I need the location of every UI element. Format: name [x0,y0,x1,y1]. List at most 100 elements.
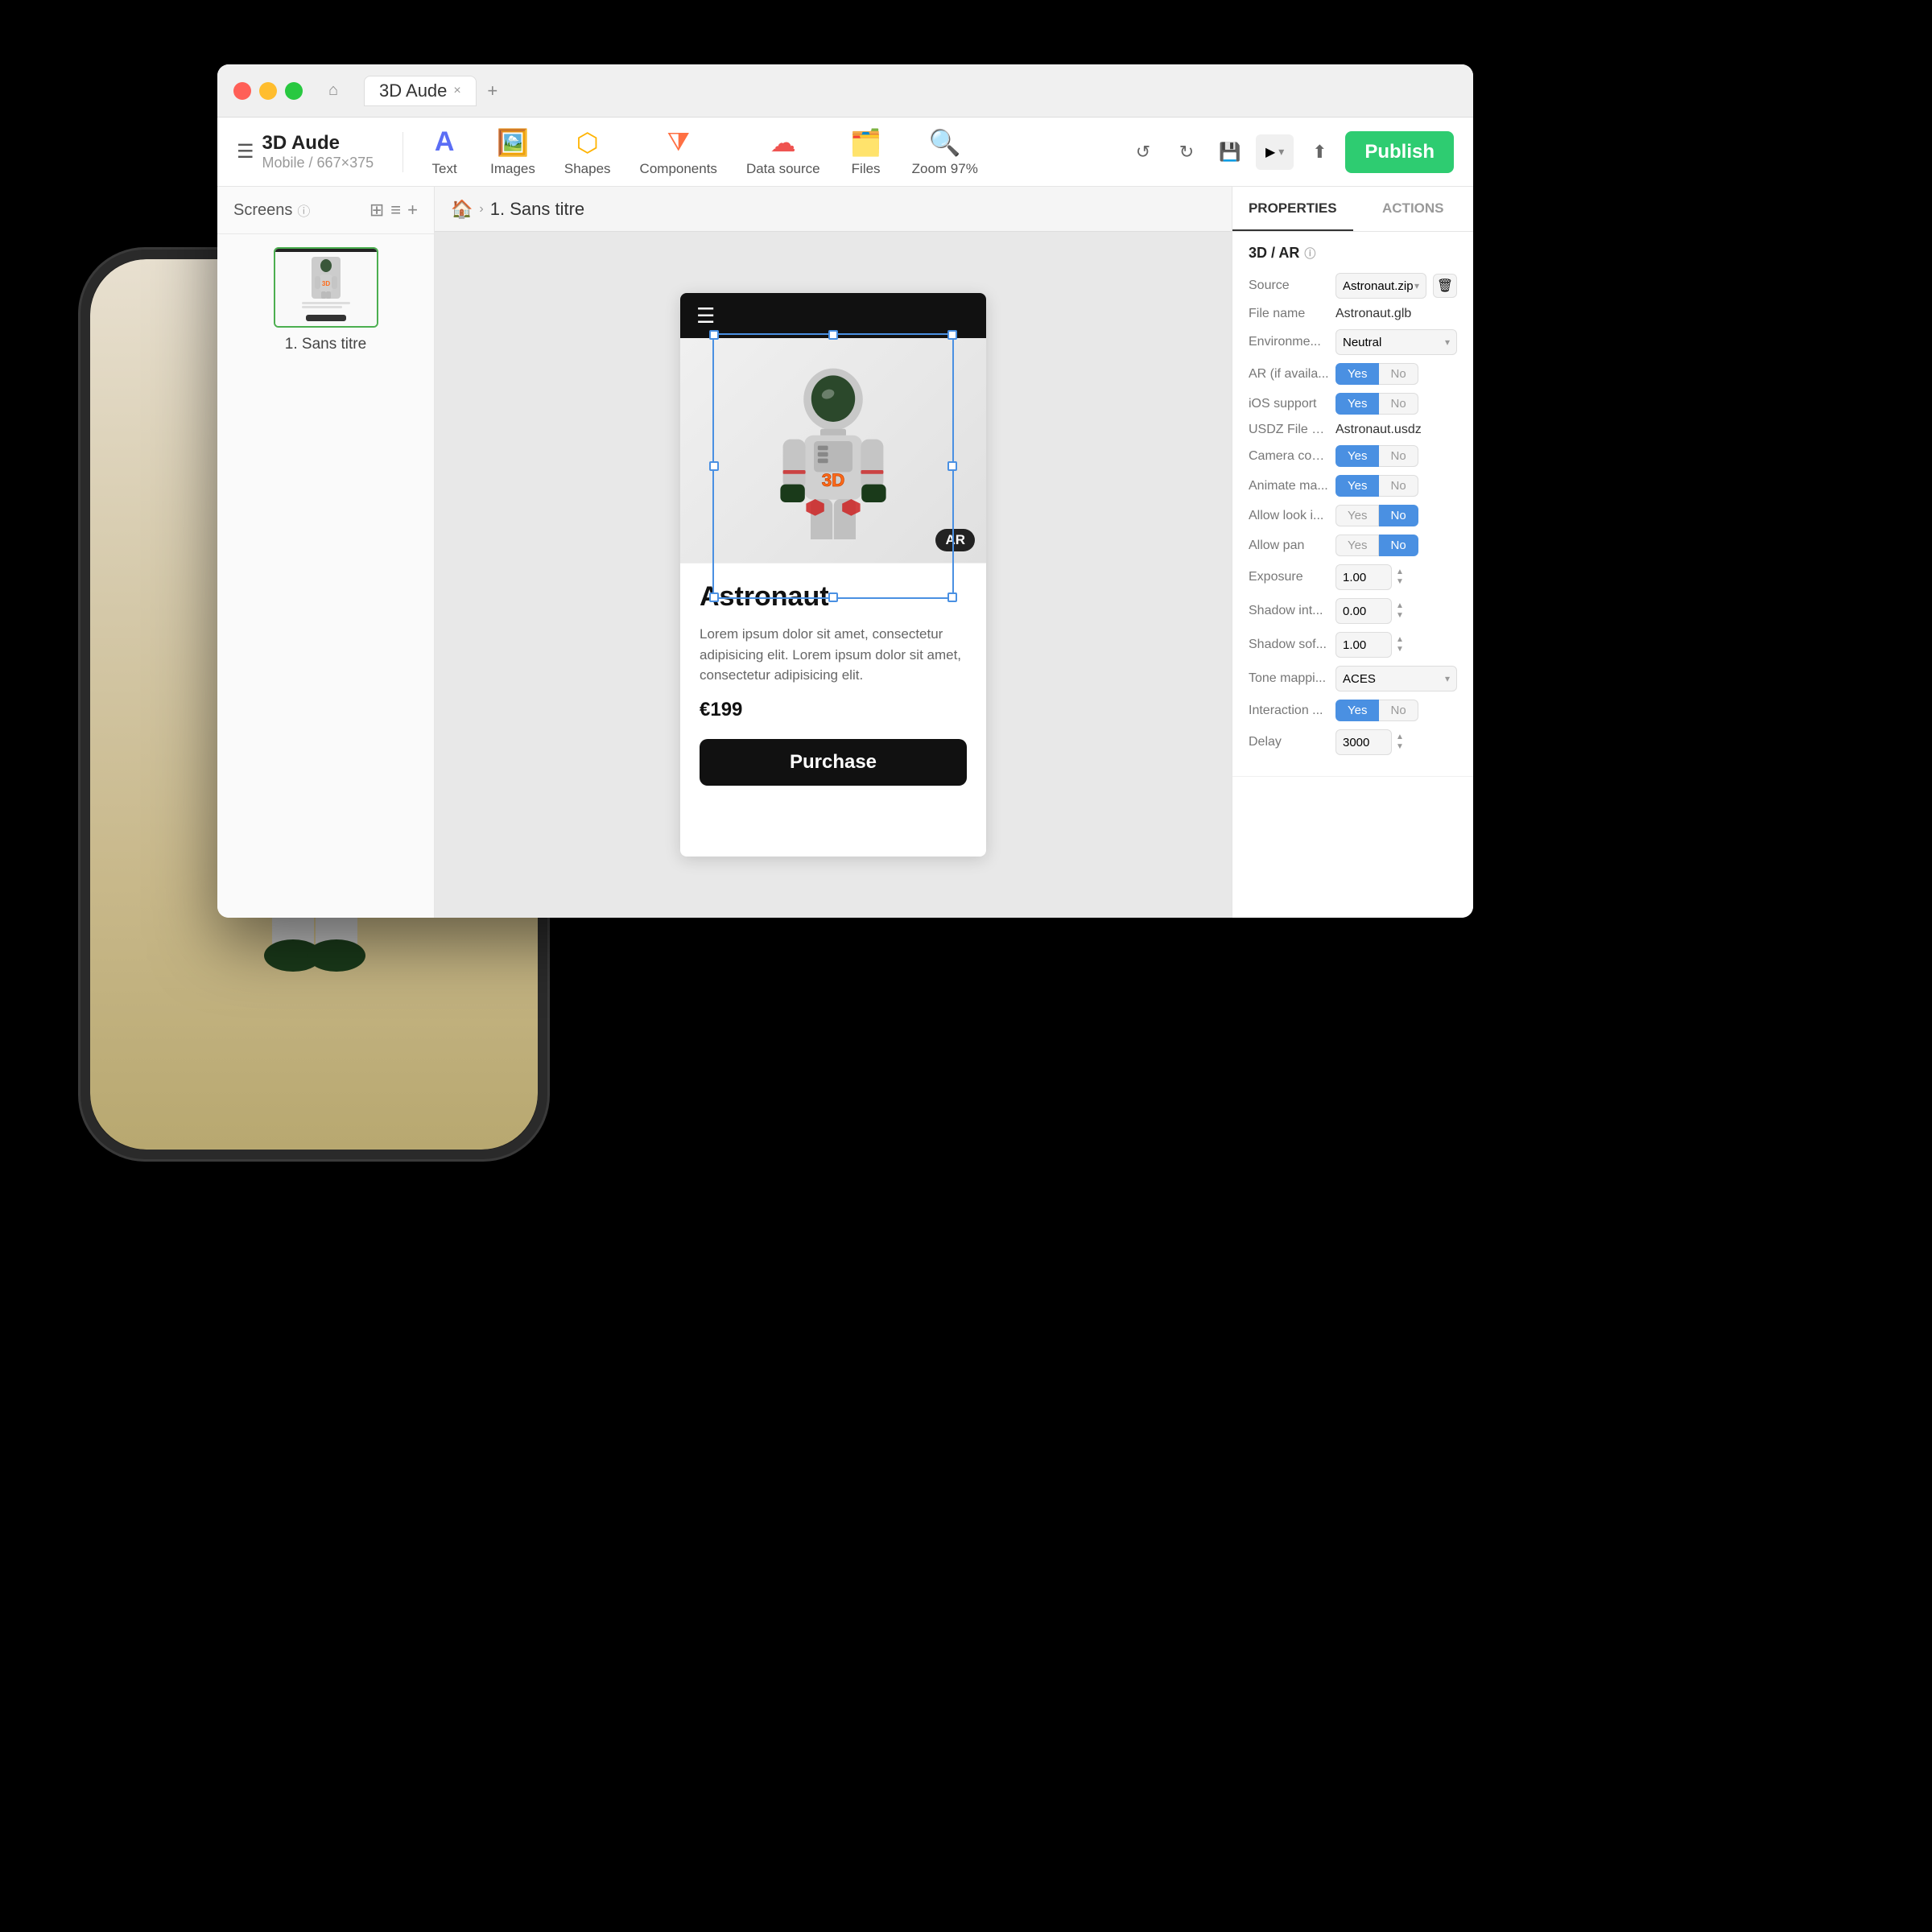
shadow-sof-down[interactable]: ▼ [1393,645,1406,654]
source-delete-button[interactable]: 🗑 [1433,274,1457,298]
tab-actions[interactable]: ACTIONS [1353,187,1474,231]
ar-badge[interactable]: AR [935,529,975,551]
save-button[interactable]: 💾 [1212,134,1248,170]
exposure-row: Exposure 1.00 ▲ ▼ [1249,564,1457,590]
delay-buttons: ▲ ▼ [1393,733,1406,752]
shadow-int-stepper[interactable]: 0.00 ▲ ▼ [1335,598,1406,624]
tab-close-button[interactable]: × [453,84,460,98]
shadow-sof-stepper[interactable]: 1.00 ▲ ▼ [1335,632,1406,658]
usdz-value: Astronaut.usdz [1335,423,1457,437]
screens-title: Screens ⓘ [233,200,310,220]
svg-text:3D: 3D [321,280,329,287]
publish-button[interactable]: Publish [1345,131,1454,173]
delay-stepper[interactable]: 3000 ▲ ▼ [1335,729,1406,755]
camera-yes-button[interactable]: Yes [1335,445,1379,467]
pan-yes-button[interactable]: Yes [1335,535,1379,556]
shadow-sof-up[interactable]: ▲ [1393,635,1406,645]
datasource-tool[interactable]: ☁ Data source [735,121,832,184]
pan-no-button[interactable]: No [1379,535,1418,556]
delay-down[interactable]: ▼ [1393,742,1406,752]
files-tool[interactable]: 🗂️ Files [838,121,894,184]
usdz-label: USDZ File n... [1249,423,1329,437]
zoom-label: Zoom 97% [912,161,978,177]
minimize-button[interactable] [259,82,277,100]
shadow-int-up[interactable]: ▲ [1393,601,1406,611]
shadow-int-buttons: ▲ ▼ [1393,601,1406,621]
camera-no-button[interactable]: No [1379,445,1418,467]
menu-icon[interactable]: ☰ [237,140,254,163]
purchase-button[interactable]: Purchase [700,739,967,786]
shapes-tool[interactable]: ⬡ Shapes [553,121,622,184]
section-title: 3D / AR ⓘ [1249,245,1457,262]
lookin-yes-button[interactable]: Yes [1335,505,1379,526]
animate-label: Animate ma... [1249,479,1329,493]
delay-up[interactable]: ▲ [1393,733,1406,742]
animate-yes-button[interactable]: Yes [1335,475,1379,497]
shadow-int-down[interactable]: ▼ [1393,611,1406,621]
ios-yes-button[interactable]: Yes [1335,393,1379,415]
app-dims: Mobile / 667×375 [262,155,374,171]
environment-select[interactable]: Neutral ▾ [1335,329,1457,355]
shadow-int-row: Shadow int... 0.00 ▲ ▼ [1249,598,1457,624]
lookin-row: Allow look i... Yes No [1249,505,1457,526]
mobile-preview-frame: ☰ [680,293,986,857]
tone-label: Tone mappi... [1249,671,1329,686]
canvas-area: 🏠 › 1. Sans titre ☰ [435,187,1232,918]
main-area: Screens ⓘ ⊞ ≡ + [217,187,1473,918]
exposure-stepper[interactable]: 1.00 ▲ ▼ [1335,564,1406,590]
redo-button[interactable]: ↻ [1169,134,1204,170]
text-tool[interactable]: A Text [416,120,473,184]
ar-yes-button[interactable]: Yes [1335,363,1379,385]
undo-button[interactable]: ↺ [1125,134,1161,170]
breadcrumb-home-icon[interactable]: 🏠 [451,199,473,220]
properties-panel: PROPERTIES ACTIONS 3D / AR ⓘ Source Astr… [1232,187,1473,918]
tone-row: Tone mappi... ACES ▾ [1249,666,1457,691]
components-tool[interactable]: ⧩ Components [629,121,729,184]
svg-text:3D: 3D [822,470,845,490]
env-select-arrow: ▾ [1445,336,1450,348]
animate-no-button[interactable]: No [1379,475,1418,497]
play-button[interactable]: ▶ ▾ [1256,134,1294,170]
camera-toggle: Yes No [1335,445,1418,467]
canvas-content: ☰ [435,232,1232,918]
zoom-tool[interactable]: 🔍 Zoom 97% [901,121,989,184]
ios-no-button[interactable]: No [1379,393,1418,415]
screen-item[interactable]: 3D [217,234,434,366]
home-icon[interactable]: ⌂ [319,76,348,105]
sidebar-controls: ⊞ ≡ + [369,200,418,221]
new-tab-button[interactable]: + [480,78,506,104]
text-icon: A [435,126,455,158]
exposure-down[interactable]: ▼ [1393,577,1406,587]
astronaut-3d-model: 3D [769,362,898,539]
exposure-stepper-buttons: ▲ ▼ [1393,568,1406,587]
lookin-toggle: Yes No [1335,505,1418,526]
breadcrumb-separator: › [479,202,483,217]
close-button[interactable] [233,82,251,100]
images-tool[interactable]: 🖼️ Images [479,121,547,184]
section-info-icon: ⓘ [1304,246,1315,262]
exposure-up[interactable]: ▲ [1393,568,1406,577]
tone-select[interactable]: ACES ▾ [1335,666,1457,691]
delay-value: 3000 [1335,729,1392,755]
shadow-sof-buttons: ▲ ▼ [1393,635,1406,654]
lookin-no-button[interactable]: No [1379,505,1418,526]
product-info: Astronaut Lorem ipsum dolor sit amet, co… [680,564,986,857]
sidebar-header: Screens ⓘ ⊞ ≡ + [217,187,434,234]
add-screen-button[interactable]: + [407,200,418,221]
grid-view-button[interactable]: ⊞ [369,200,384,221]
thumb-inner: 3D [275,249,377,326]
product-description: Lorem ipsum dolor sit amet, consectetur … [700,624,967,686]
interaction-no-button[interactable]: No [1379,700,1418,721]
tab-properties[interactable]: PROPERTIES [1232,187,1353,231]
interaction-row: Interaction ... Yes No [1249,700,1457,721]
model-viewer[interactable]: 3D [680,338,986,564]
share-button[interactable]: ⬆ [1302,134,1337,170]
ar-no-button[interactable]: No [1379,363,1418,385]
list-view-button[interactable]: ≡ [390,200,401,221]
properties-tabs: PROPERTIES ACTIONS [1232,187,1473,232]
source-select[interactable]: Astronaut.zip ▾ [1335,273,1426,299]
interaction-yes-button[interactable]: Yes [1335,700,1379,721]
maximize-button[interactable] [285,82,303,100]
shadow-int-value: 0.00 [1335,598,1392,624]
active-tab[interactable]: 3D Aude × [364,76,477,106]
